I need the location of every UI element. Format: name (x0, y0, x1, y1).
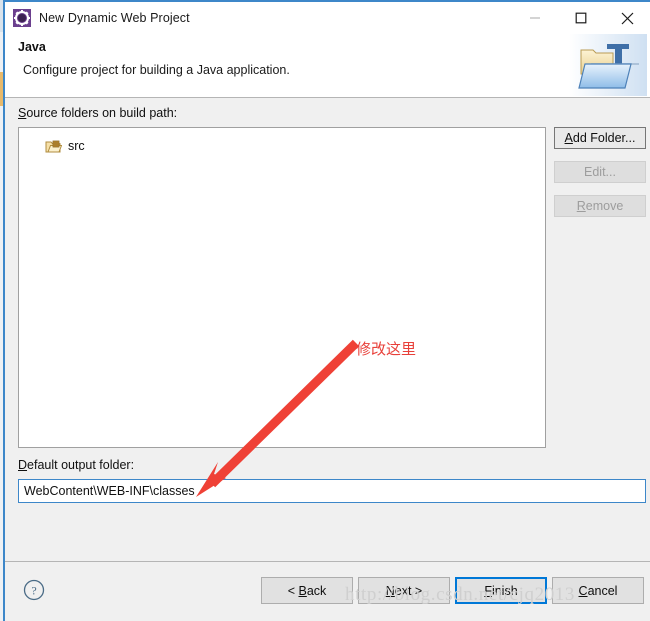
source-folders-list[interactable]: src (18, 127, 546, 448)
screenshot-root: New Dynamic Web Project Java Configure p… (0, 0, 650, 621)
svg-text:?: ? (31, 584, 36, 598)
eclipse-gear-icon (13, 9, 31, 27)
question-mark-icon[interactable]: ? (23, 579, 45, 601)
maximize-icon[interactable] (558, 2, 604, 34)
minimize-icon[interactable] (512, 2, 558, 34)
default-output-folder-label: Default output folder: (18, 458, 135, 472)
next-button[interactable]: Next > (358, 577, 450, 604)
edit-button: Edit... (554, 161, 646, 183)
wizard-content: Source folders on build path: src Add Fo… (5, 98, 650, 561)
remove-button: Remove (554, 195, 646, 217)
page-description: Configure project for building a Java ap… (23, 63, 290, 77)
window-title: New Dynamic Web Project (39, 11, 190, 25)
default-output-folder-input[interactable]: WebContent\WEB-INF\classes (18, 479, 646, 503)
close-icon[interactable] (604, 2, 650, 34)
source-folders-label: Source folders on build path: (18, 106, 178, 120)
title-bar: New Dynamic Web Project (5, 2, 650, 34)
add-folder-button[interactable]: Add Folder... (554, 127, 646, 149)
list-item[interactable]: src (19, 136, 545, 156)
new-dynamic-web-project-dialog: New Dynamic Web Project Java Configure p… (3, 0, 650, 621)
cancel-button[interactable]: Cancel (552, 577, 644, 604)
source-folder-icon (45, 139, 63, 154)
wizard-header: Java Configure project for building a Ja… (5, 34, 650, 98)
list-item-label: src (68, 139, 85, 153)
window-controls (512, 2, 650, 34)
finish-button[interactable]: Finish (455, 577, 547, 604)
java-folder-banner-icon (569, 34, 647, 96)
page-title: Java (18, 40, 46, 54)
wizard-footer: ? < Back Next > Finish Cancel (5, 561, 650, 621)
back-button[interactable]: < Back (261, 577, 353, 604)
